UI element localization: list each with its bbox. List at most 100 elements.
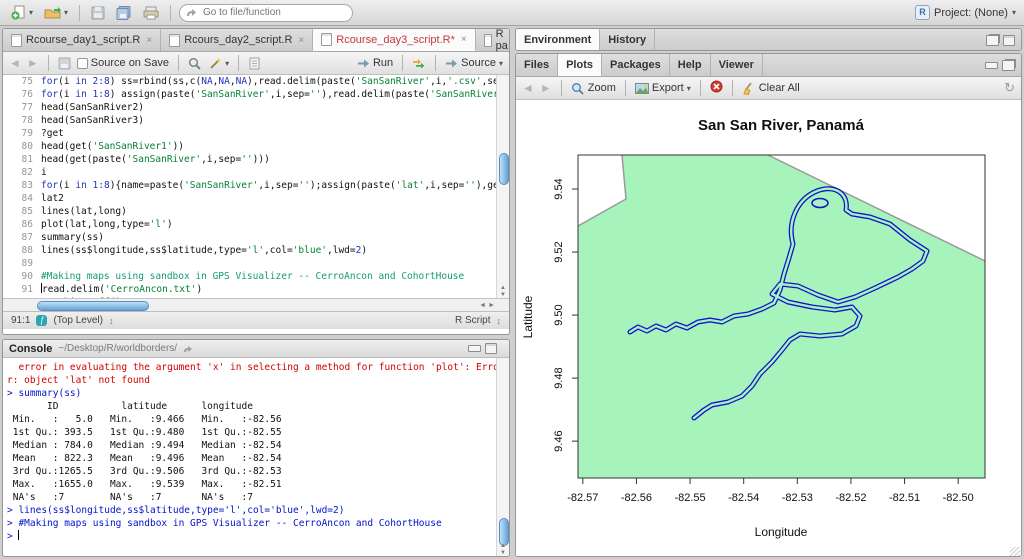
source-on-save-checkbox[interactable]: Source on Save: [76, 57, 169, 69]
new-file-button[interactable]: ▾: [8, 3, 36, 22]
refresh-plot-icon[interactable]: ↻: [1004, 80, 1015, 96]
source-dropdown-caret[interactable]: ▾: [499, 59, 503, 68]
clear-all-label: Clear All: [758, 82, 800, 94]
code-text: read.delim('CerroAncon.txt'): [41, 283, 203, 295]
scrollbar-arrows[interactable]: ◄ ►: [479, 302, 509, 309]
svg-text:-82.55: -82.55: [674, 492, 705, 504]
plot-toolbar: ◄ ► Zoom Export ▾ Clear All ↻: [516, 77, 1021, 100]
run-button[interactable]: Run: [357, 57, 393, 69]
goto-file-input[interactable]: [201, 6, 331, 19]
svg-text:9.48: 9.48: [553, 367, 565, 388]
zoom-plot-button[interactable]: Zoom: [571, 82, 616, 95]
remove-plot-button[interactable]: [710, 80, 723, 96]
editor-status-bar: 91:1 f (Top Level) ↕ R Script ↕: [3, 311, 509, 329]
goto-directory-icon[interactable]: [183, 344, 194, 354]
clear-all-plots-button[interactable]: Clear All: [742, 82, 800, 95]
back-icon[interactable]: ◄: [9, 57, 21, 69]
pane-tab[interactable]: Files: [516, 54, 559, 76]
pane-tab[interactable]: Viewer: [711, 54, 763, 76]
project-menu-button[interactable]: R Project: (None) ▾: [915, 5, 1016, 20]
restore-pane-icon[interactable]: [1002, 59, 1015, 71]
maximize-pane-icon[interactable]: [485, 343, 497, 354]
new-file-dropdown-caret[interactable]: ▾: [29, 8, 33, 17]
code-editor[interactable]: 75 for(i in 2:8) ss=rbind(ss,c(NA,NA,NA),…: [3, 75, 509, 311]
r-script-icon: [483, 33, 492, 47]
svg-text:9.50: 9.50: [553, 304, 565, 325]
open-file-dropdown-caret[interactable]: ▾: [64, 8, 68, 17]
environment-tab[interactable]: Environment: [516, 29, 601, 50]
editor-tab[interactable]: R pa: [476, 28, 509, 52]
minimize-pane-icon[interactable]: [468, 345, 481, 352]
svg-text:-82.56: -82.56: [621, 492, 652, 504]
scope-updown-icon[interactable]: ↕: [109, 316, 114, 326]
svg-text:-82.51: -82.51: [889, 492, 920, 504]
source-button[interactable]: Source ▾: [445, 57, 503, 69]
scope-selector[interactable]: (Top Level): [53, 315, 102, 326]
scrollbar-arrows[interactable]: ▲ ▼: [497, 285, 509, 299]
print-button[interactable]: [140, 4, 162, 22]
zoom-magnifier-icon: [571, 82, 584, 95]
console-command: > lines(ss$longitude,ss$latitude,type='l…: [7, 505, 345, 516]
pane-tab[interactable]: Help: [670, 54, 711, 76]
river-map-plot: San San River, Panamá -82.57 -82.56 -82.55…: [521, 117, 986, 539]
file-type-updown-icon[interactable]: ↕: [497, 316, 502, 326]
save-icon[interactable]: [58, 57, 71, 70]
code-text: for(i in 1:8) assign(paste('SanSanRiver'…: [41, 89, 509, 100]
save-all-button[interactable]: [113, 4, 135, 22]
find-icon[interactable]: [188, 57, 202, 70]
editor-vertical-scrollbar[interactable]: ▲ ▼: [496, 75, 509, 299]
save-button[interactable]: [88, 4, 108, 22]
close-tab-icon[interactable]: ×: [461, 34, 467, 45]
editor-tab[interactable]: Rcours_day2_script.R ×: [161, 29, 314, 51]
line-number: 83: [21, 180, 33, 191]
code-line: 91 read.delim('CerroAncon.txt'): [3, 283, 509, 296]
scrollbar-thumb[interactable]: [499, 153, 509, 185]
close-tab-icon[interactable]: ×: [298, 35, 304, 46]
code-tools-button[interactable]: ▾: [208, 57, 229, 70]
resize-grip[interactable]: [1010, 547, 1020, 556]
code-line: 84 lat2: [3, 192, 509, 205]
previous-plot-icon[interactable]: ◄: [522, 82, 534, 94]
y-axis-label: Latitude: [521, 295, 535, 338]
file-type-selector[interactable]: R Script: [455, 315, 491, 326]
line-number: 80: [21, 141, 33, 152]
open-file-button[interactable]: ▾: [41, 4, 71, 22]
source-pane: Rcourse_day1_script.R × Rcours_day2_script…: [2, 28, 510, 335]
compile-notebook-icon[interactable]: [248, 57, 261, 70]
editor-tab-label: R pa: [495, 28, 508, 52]
export-label: Export: [651, 82, 684, 94]
r-script-icon: [11, 33, 22, 47]
pane-tab[interactable]: Plots: [558, 54, 602, 76]
rerun-icon[interactable]: [412, 58, 426, 69]
editor-tab[interactable]: Rcourse_day1_script.R ×: [3, 29, 162, 51]
pane-tab[interactable]: Packages: [602, 54, 670, 76]
environment-tab[interactable]: History: [600, 29, 656, 50]
goto-file-search[interactable]: [179, 3, 354, 22]
console-command: > summary(ss): [7, 388, 82, 399]
export-dropdown-caret[interactable]: ▾: [687, 84, 691, 93]
console-window-buttons: [462, 343, 503, 354]
minimize-pane-icon[interactable]: [985, 61, 998, 69]
export-plot-button[interactable]: Export ▾: [634, 82, 691, 94]
maximize-pane-icon[interactable]: [1003, 34, 1015, 46]
checkbox-icon[interactable]: [76, 57, 88, 69]
scrollbar-arrows[interactable]: ▲ ▼: [497, 543, 509, 556]
console-output[interactable]: error in evaluating the argument 'x' in …: [3, 358, 509, 556]
editor-horizontal-scrollbar[interactable]: ◄ ►: [3, 298, 509, 311]
open-folder-icon: [44, 6, 62, 18]
scrollbar-thumb[interactable]: [37, 301, 149, 311]
svg-text:-82.53: -82.53: [782, 492, 813, 504]
console-working-directory: ~/Desktop/R/worldborders/: [58, 343, 178, 354]
close-tab-icon[interactable]: ×: [146, 35, 152, 46]
code-line: 86 plot(lat,long,type='l'): [3, 218, 509, 231]
restore-pane-icon[interactable]: [986, 34, 999, 46]
next-plot-icon[interactable]: ►: [540, 82, 552, 94]
console-output-line: Mean : 822.3 Mean :9.496 Mean :-82.54: [7, 453, 282, 464]
console-vertical-scrollbar[interactable]: ▲ ▼: [496, 358, 509, 556]
svg-text:-82.50: -82.50: [943, 492, 974, 504]
forward-icon[interactable]: ►: [27, 57, 39, 69]
scrollbar-thumb[interactable]: [499, 518, 509, 546]
console-output-line: Min. : 5.0 Min. :9.466 Min. :-82.56: [7, 414, 282, 425]
editor-tab[interactable]: Rcourse_day3_script.R* ×: [313, 29, 476, 51]
